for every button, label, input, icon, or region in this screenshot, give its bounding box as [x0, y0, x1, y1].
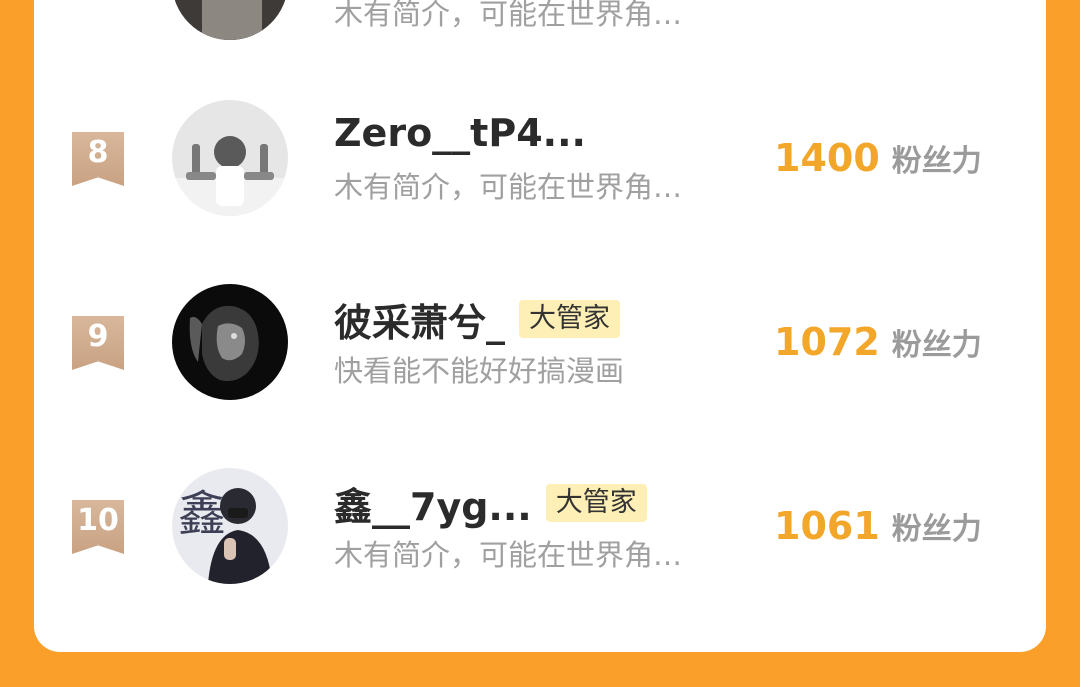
ranking-row[interactable]: 10 鑫 鑫__7yg... 大管家 木有简介，可能在世界角… 1061 粉丝力	[34, 468, 1046, 588]
rank-ribbon-icon: 9	[72, 316, 124, 370]
fan-score: 1072 粉丝力	[774, 320, 1014, 364]
avatar-image: 鑫	[172, 468, 288, 584]
avatar-image	[172, 284, 288, 400]
ranking-row-partial[interactable]: 木有简介，可能在世界角…	[34, 0, 1046, 64]
rank-ribbon-icon: 8	[72, 132, 124, 186]
user-bio: 木有简介，可能在世界角…	[334, 0, 683, 31]
fan-ranking-card: 木有简介，可能在世界角… 8 Zero__tP4... 木有简介，可能在世界角……	[34, 0, 1046, 652]
user-name[interactable]: Zero__tP4...	[334, 111, 586, 155]
user-bio: 快看能不能好好搞漫画	[334, 354, 625, 388]
fan-score-unit: 粉丝力	[891, 144, 982, 179]
avatar-image	[172, 100, 288, 216]
avatar-image	[172, 0, 288, 40]
ranking-row[interactable]: 9 彼采萧兮_ 大管家 快看能不能好好搞漫画 1072 粉丝力	[34, 284, 1046, 404]
user-name-line: 彼采萧兮_ 大管家	[334, 296, 621, 345]
fan-score: 1400 粉丝力	[774, 136, 1014, 180]
role-badge: 大管家	[545, 484, 647, 522]
user-avatar[interactable]	[172, 284, 288, 400]
fan-score-value: 1072	[774, 320, 880, 364]
rank-ribbon-icon: 10	[72, 500, 124, 554]
user-name-line: Zero__tP4...	[334, 110, 586, 156]
user-bio: 木有简介，可能在世界角…	[334, 170, 683, 204]
fan-score: 1061 粉丝力	[774, 504, 1014, 548]
user-name[interactable]: 鑫__7yg...	[334, 476, 532, 531]
user-avatar[interactable]	[172, 100, 288, 216]
ranking-row[interactable]: 8 Zero__tP4... 木有简介，可能在世界角… 1400 粉丝力	[34, 100, 1046, 220]
user-avatar[interactable]	[172, 0, 288, 40]
user-avatar[interactable]: 鑫	[172, 468, 288, 584]
fan-score-unit: 粉丝力	[891, 328, 982, 363]
svg-text:鑫: 鑫	[178, 486, 226, 542]
user-name[interactable]: 彼采萧兮_	[334, 292, 505, 347]
fan-score-value: 1061	[774, 504, 880, 548]
fan-score-value: 1400	[774, 136, 880, 180]
role-badge: 大管家	[519, 300, 621, 338]
user-bio: 木有简介，可能在世界角…	[334, 538, 683, 572]
fan-score-unit: 粉丝力	[891, 512, 982, 547]
user-name-line: 鑫__7yg... 大管家	[334, 480, 647, 529]
